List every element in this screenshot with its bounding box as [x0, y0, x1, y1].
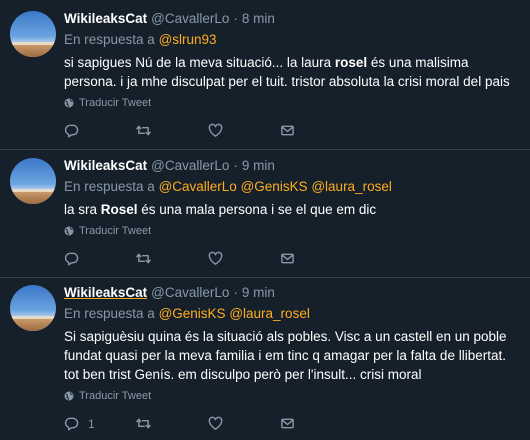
reply-context: En respuesta a @slrun93: [64, 32, 520, 47]
retweet-button[interactable]: [136, 123, 208, 138]
tweet-actions: 1: [64, 416, 520, 431]
globe-icon: [64, 226, 74, 236]
direct-message-button[interactable]: [280, 123, 352, 138]
reply-prefix: En respuesta a: [64, 306, 155, 321]
globe-icon: [64, 98, 74, 108]
separator-dot: ·: [233, 11, 238, 26]
direct-message-button[interactable]: [280, 251, 352, 266]
avatar[interactable]: [10, 11, 56, 57]
text-segment: és una mala persona i se el que em dic: [137, 202, 377, 217]
message-icon: [281, 418, 294, 429]
reply-button[interactable]: [64, 251, 136, 266]
highlighted-term: Rosel: [100, 202, 138, 217]
tweet-actions: [64, 251, 520, 266]
message-icon: [281, 253, 294, 264]
avatar[interactable]: [10, 158, 56, 204]
tweet-actions: [64, 123, 520, 138]
retweet-icon: [136, 125, 151, 136]
separator-dot: ·: [233, 285, 238, 300]
retweet-icon: [136, 418, 151, 429]
timestamp[interactable]: 8 min: [242, 11, 275, 26]
tweet-header: WikileaksCat @CavallerLo · 8 min: [64, 11, 520, 26]
mention-link[interactable]: @GenisKS: [159, 306, 226, 321]
like-button[interactable]: [208, 123, 280, 138]
translate-tweet-link[interactable]: Traducir Tweet: [64, 390, 520, 402]
mention-link[interactable]: @laura_rosel: [311, 179, 392, 194]
tweet-text: la sra Rosel és una mala persona i se el…: [64, 200, 520, 219]
translate-tweet-link[interactable]: Traducir Tweet: [64, 225, 520, 237]
reply-context: En respuesta a @CavallerLo @GenisKS @lau…: [64, 179, 520, 194]
text-segment: Si sapiguèsiu quina és la situació als p…: [64, 329, 507, 382]
mention-link[interactable]: @GenisKS: [241, 179, 308, 194]
tweet-header: WikileaksCat @CavallerLo · 9 min: [64, 285, 520, 300]
text-segment: si sapigues Nú de la meva situació... la…: [64, 55, 335, 70]
reply-prefix: En respuesta a: [64, 179, 155, 194]
translate-label: Traducir Tweet: [79, 225, 152, 237]
reply-context: En respuesta a @GenisKS @laura_rosel: [64, 306, 520, 321]
reply-prefix: En respuesta a: [64, 32, 155, 47]
like-button[interactable]: [208, 416, 280, 431]
retweet-button[interactable]: [136, 416, 208, 431]
display-name[interactable]: WikileaksCat: [64, 285, 147, 300]
display-name[interactable]: WikileaksCat: [64, 11, 147, 26]
like-button[interactable]: [208, 251, 280, 266]
retweet-button[interactable]: [136, 251, 208, 266]
tweet[interactable]: WikileaksCat @CavallerLo · 9 min En resp…: [0, 278, 530, 440]
display-name[interactable]: WikileaksCat: [64, 158, 147, 173]
tweet-feed: WikileaksCat @CavallerLo · 8 min En resp…: [0, 0, 530, 440]
text-segment: la sra: [64, 202, 101, 217]
highlighted-term: rosel: [334, 55, 368, 70]
tweet[interactable]: WikileaksCat @CavallerLo · 8 min En resp…: [0, 0, 530, 150]
tweet-text: Si sapiguèsiu quina és la situació als p…: [64, 327, 520, 384]
user-handle[interactable]: @CavallerLo: [151, 285, 229, 300]
tweet[interactable]: WikileaksCat @CavallerLo · 9 min En resp…: [0, 150, 530, 278]
translate-label: Traducir Tweet: [79, 97, 152, 109]
tweet-header: WikileaksCat @CavallerLo · 9 min: [64, 158, 520, 173]
user-handle[interactable]: @CavallerLo: [151, 158, 229, 173]
reply-button[interactable]: [64, 123, 136, 138]
direct-message-button[interactable]: [280, 416, 352, 431]
timestamp[interactable]: 9 min: [242, 285, 275, 300]
tweet-text: si sapigues Nú de la meva situació... la…: [64, 53, 520, 91]
mention-link[interactable]: @slrun93: [159, 32, 217, 47]
reply-button[interactable]: 1: [64, 416, 136, 431]
mention-link[interactable]: @laura_rosel: [229, 306, 310, 321]
like-icon: [208, 416, 223, 430]
avatar[interactable]: [10, 285, 56, 331]
retweet-icon: [136, 253, 151, 264]
like-icon: [208, 123, 223, 137]
like-icon: [208, 251, 223, 265]
message-icon: [281, 125, 294, 136]
mention-link[interactable]: @CavallerLo: [159, 179, 237, 194]
reply-count: 1: [88, 416, 95, 431]
timestamp[interactable]: 9 min: [242, 158, 275, 173]
globe-icon: [64, 391, 74, 401]
translate-label: Traducir Tweet: [79, 390, 152, 402]
reply-icon: [64, 252, 79, 266]
reply-icon: [64, 417, 79, 431]
user-handle[interactable]: @CavallerLo: [151, 11, 229, 26]
reply-icon: [64, 124, 79, 138]
separator-dot: ·: [233, 158, 238, 173]
translate-tweet-link[interactable]: Traducir Tweet: [64, 97, 520, 109]
